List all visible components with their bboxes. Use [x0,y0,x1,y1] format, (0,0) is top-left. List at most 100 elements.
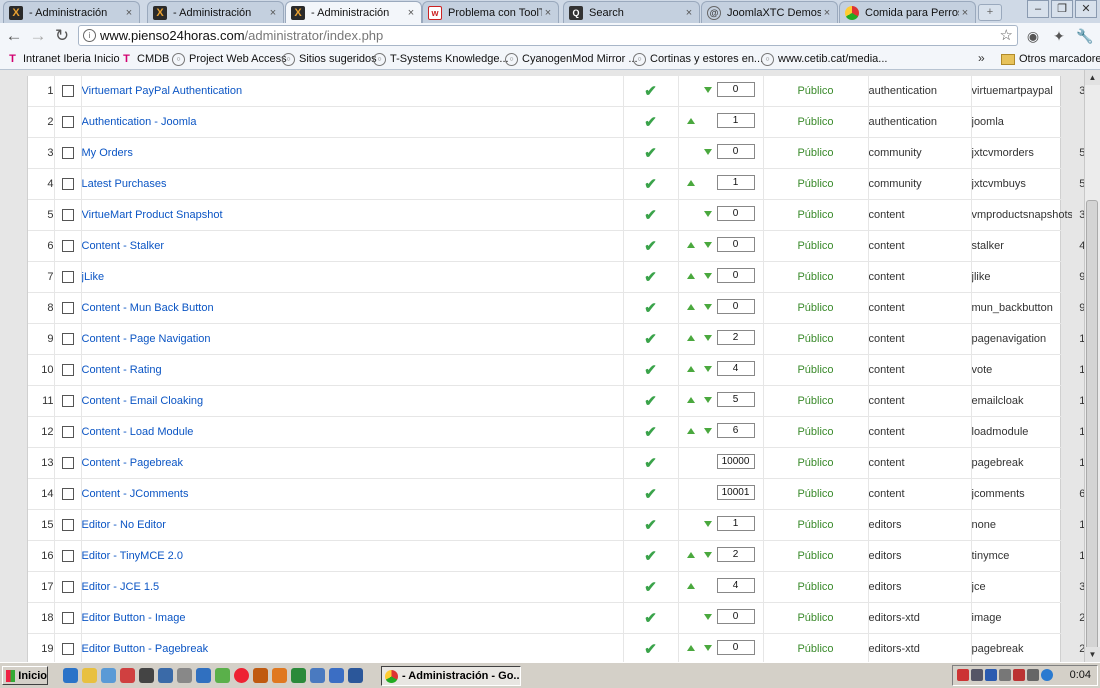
enabled-check-icon[interactable]: ✔ [644,579,657,596]
move-down-arrow-icon[interactable] [703,645,712,651]
row-checkbox[interactable] [61,333,74,346]
row-checkbox[interactable] [61,550,74,563]
move-up-arrow-icon[interactable] [686,428,695,434]
plugin-name-link[interactable]: Content - JComments [82,488,189,500]
order-input[interactable]: 0 [716,82,755,97]
enabled-check-icon[interactable]: ✔ [644,331,657,348]
access-level-link[interactable]: Público [797,240,833,252]
plugin-name-link[interactable]: Content - Page Navigation [82,333,211,345]
plugin-name-link[interactable]: VirtueMart Product Snapshot [82,209,223,221]
access-level-link[interactable]: Público [797,643,833,655]
tab-close-icon[interactable]: × [542,7,554,19]
access-level-link[interactable]: Público [797,426,833,438]
bookmark-item[interactable]: ○ Sitios sugeridos [282,51,377,67]
maximize-button[interactable]: ❐ [1051,0,1073,18]
access-level-link[interactable]: Público [797,209,833,221]
move-up-arrow-icon[interactable] [686,180,695,186]
page-menu-icon[interactable]: ✦ [1050,27,1068,45]
tab-close-icon[interactable]: × [267,7,279,19]
access-level-link[interactable]: Público [797,457,833,469]
order-input[interactable]: 0 [716,609,755,624]
tray-shield-icon[interactable] [957,669,969,681]
scrollbar-thumb[interactable] [1086,200,1098,656]
tab-close-icon[interactable]: × [959,7,971,19]
browser-tab[interactable]: Comida para Perros y G× [839,1,976,23]
access-level-link[interactable]: Público [797,364,833,376]
move-down-arrow-icon[interactable] [703,428,712,434]
bookmark-item[interactable]: ○ CyanogenMod Mirror ... [505,51,638,67]
scroll-up-arrow-icon[interactable]: ▲ [1085,70,1100,85]
access-level-link[interactable]: Público [797,550,833,562]
order-input[interactable]: 4 [716,361,755,376]
tab-close-icon[interactable]: × [821,7,833,19]
row-checkbox[interactable] [61,519,74,532]
access-level-link[interactable]: Público [797,271,833,283]
plugin-name-link[interactable]: Content - Mun Back Button [82,302,214,314]
row-checkbox[interactable] [61,85,74,98]
email-icon[interactable] [82,668,97,683]
move-down-arrow-icon[interactable] [703,304,712,310]
plugin-name-link[interactable]: Virtuemart PayPal Authentication [82,85,243,97]
other-bookmarks-folder[interactable]: Otros marcadores [1001,51,1100,67]
start-button[interactable]: Inicio [2,666,48,685]
order-input[interactable]: 0 [716,299,755,314]
enabled-check-icon[interactable]: ✔ [644,486,657,503]
row-checkbox[interactable] [61,147,74,160]
order-input[interactable]: 10001 [716,485,755,500]
order-input[interactable]: 2 [716,547,755,562]
tab-close-icon[interactable]: × [405,7,417,19]
access-level-link[interactable]: Público [797,581,833,593]
move-down-arrow-icon[interactable] [703,242,712,248]
tray-network-icon[interactable] [971,669,983,681]
row-checkbox[interactable] [61,643,74,656]
minimize-button[interactable]: – [1027,0,1049,18]
bookmark-item[interactable]: ○ www.cetib.cat/media... [761,51,887,67]
firefox-icon[interactable] [272,668,287,683]
order-input[interactable]: 0 [716,206,755,221]
row-checkbox[interactable] [61,581,74,594]
move-down-arrow-icon[interactable] [703,614,712,620]
enabled-check-icon[interactable]: ✔ [644,207,657,224]
gear-icon[interactable] [158,668,173,683]
plugin-name-link[interactable]: Editor - JCE 1.5 [82,581,160,593]
order-input[interactable]: 2 [716,330,755,345]
plugin-name-link[interactable]: Content - Stalker [82,240,165,252]
network-icon[interactable] [291,668,306,683]
browser-tab[interactable]: w Problema con ToolTips (× [422,1,559,23]
row-checkbox[interactable] [61,209,74,222]
move-up-arrow-icon[interactable] [686,397,695,403]
plugin-name-link[interactable]: Editor Button - Image [82,612,186,624]
order-input[interactable]: 0 [716,640,755,655]
browser-tab[interactable]: X - Administración × [147,1,284,23]
move-down-arrow-icon[interactable] [703,211,712,217]
move-down-arrow-icon[interactable] [703,87,712,93]
new-tab-button[interactable]: + [978,4,1002,21]
forward-button[interactable]: → [28,26,48,46]
tux-icon[interactable] [139,668,154,683]
vertical-scrollbar[interactable]: ▲ ▼ [1084,70,1100,662]
move-down-arrow-icon[interactable] [703,397,712,403]
order-input[interactable]: 0 [716,237,755,252]
row-checkbox[interactable] [61,395,74,408]
row-checkbox[interactable] [61,240,74,253]
order-input[interactable]: 5 [716,392,755,407]
order-input[interactable]: 6 [716,423,755,438]
access-level-link[interactable]: Público [797,302,833,314]
enabled-check-icon[interactable]: ✔ [644,517,657,534]
reload-button[interactable]: ↻ [52,26,72,46]
tray-antivirus-icon[interactable] [1013,669,1025,681]
security-icon[interactable] [177,668,192,683]
window-icon[interactable] [253,668,268,683]
order-input[interactable]: 1 [716,516,755,531]
scroll-down-arrow-icon[interactable]: ▼ [1085,647,1100,662]
move-down-arrow-icon[interactable] [703,335,712,341]
browser-tab[interactable]: X - Administración × [3,1,140,23]
address-bar[interactable]: i www.pienso24horas.com/administrator/in… [78,25,1018,46]
row-checkbox[interactable] [61,364,74,377]
move-down-arrow-icon[interactable] [703,366,712,372]
browser-tab[interactable]: @ JoomlaXTC Demos × [701,1,838,23]
row-checkbox[interactable] [61,302,74,315]
tray-device-icon[interactable] [1027,669,1039,681]
bookmark-item[interactable]: ○ Project Web Access [172,51,287,67]
row-checkbox[interactable] [61,426,74,439]
